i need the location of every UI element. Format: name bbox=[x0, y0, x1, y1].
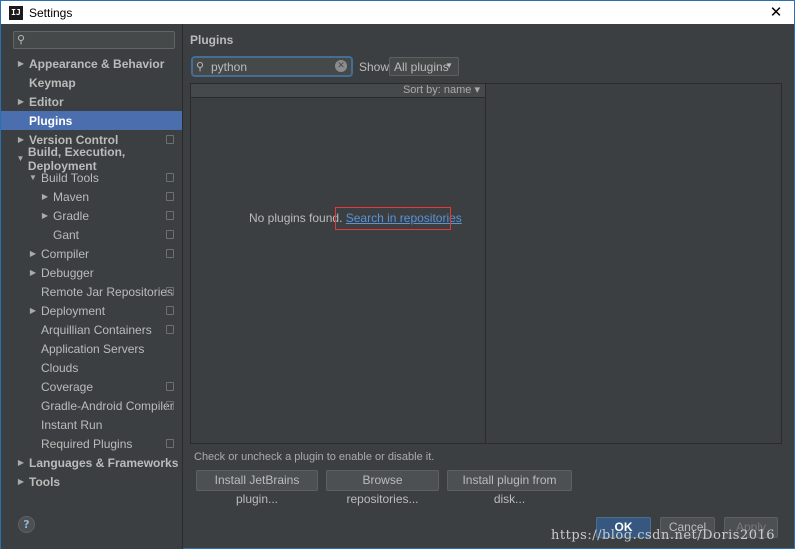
sidebar-item-build-tools[interactable]: ▼ Build Tools bbox=[1, 168, 182, 187]
plugin-search-box[interactable]: ⚲ ✕ bbox=[191, 56, 353, 77]
sidebar-item-plugins[interactable]: Plugins bbox=[1, 111, 182, 130]
sidebar-item-debugger[interactable]: ▶ Debugger bbox=[1, 263, 182, 282]
watermark: https://blog.csdn.net/Doris2016 bbox=[551, 528, 776, 543]
chevron-right-icon[interactable]: ▶ bbox=[27, 306, 39, 315]
chevron-right-icon[interactable]: ▶ bbox=[15, 97, 27, 106]
search-icon: ⚲ bbox=[196, 60, 205, 73]
sidebar-item-required-plugins[interactable]: Required Plugins bbox=[1, 434, 182, 453]
plugins-pane: Plugins ⚲ ✕ Show: All plugins ▼ Sort by:… bbox=[184, 24, 795, 549]
intellij-icon: IJ bbox=[9, 5, 23, 20]
sidebar-item-keymap[interactable]: Keymap bbox=[1, 73, 182, 92]
sidebar-item-editor[interactable]: ▶ Editor bbox=[1, 92, 182, 111]
project-level-icon bbox=[166, 382, 174, 391]
settings-tree: ▶ Appearance & Behavior Keymap ▶ Editor Plugi… bbox=[1, 54, 182, 491]
sidebar-item-label: Editor bbox=[29, 94, 64, 109]
close-button[interactable]: ✕ bbox=[768, 4, 784, 20]
chevron-right-icon[interactable]: ▶ bbox=[39, 192, 51, 201]
sidebar-item-gradle-android-compiler[interactable]: Gradle-Android Compiler bbox=[1, 396, 182, 415]
sidebar-item-label: Debugger bbox=[41, 265, 94, 280]
project-level-icon bbox=[166, 401, 174, 410]
project-level-icon bbox=[166, 135, 174, 144]
sidebar-item-tools[interactable]: ▶ Tools bbox=[1, 472, 182, 491]
sidebar-item-label: Build Tools bbox=[41, 170, 99, 185]
sidebar-item-maven[interactable]: ▶ Maven bbox=[1, 187, 182, 206]
sidebar-item-languages-frameworks[interactable]: ▶ Languages & Frameworks bbox=[1, 453, 182, 472]
install-jetbrains-plugin-button[interactable]: Install JetBrains plugin... bbox=[196, 470, 318, 506]
help-button[interactable]: ? bbox=[18, 516, 35, 533]
project-level-icon bbox=[166, 211, 174, 220]
sidebar-item-label: Compiler bbox=[41, 246, 90, 261]
sidebar-item-compiler[interactable]: ▶ Compiler bbox=[1, 244, 182, 263]
sidebar-item-label: Appearance & Behavior bbox=[29, 56, 165, 71]
plugin-detail-panel bbox=[486, 83, 782, 444]
sidebar-item-label: Coverage bbox=[41, 379, 94, 394]
sidebar-item-label: Maven bbox=[53, 189, 90, 204]
install-from-disk-button[interactable]: Install plugin from disk... bbox=[447, 470, 572, 506]
project-level-icon bbox=[166, 192, 174, 201]
sidebar-item-clouds[interactable]: Clouds bbox=[1, 358, 182, 377]
empty-text: No plugins found. bbox=[249, 211, 343, 225]
settings-search-input[interactable]: ⚲ bbox=[13, 31, 175, 49]
search-icon: ⚲ bbox=[17, 33, 26, 46]
page-title: Plugins bbox=[190, 33, 234, 47]
chevron-right-icon[interactable]: ▶ bbox=[15, 59, 27, 68]
chevron-right-icon[interactable]: ▶ bbox=[27, 249, 39, 258]
sidebar-item-label: Clouds bbox=[41, 360, 79, 375]
show-filter-value: All plugins bbox=[394, 60, 449, 74]
sidebar-item-label: Deployment bbox=[41, 303, 106, 318]
sidebar-item-label: Plugins bbox=[29, 113, 73, 128]
chevron-right-icon[interactable]: ▶ bbox=[27, 268, 39, 277]
sidebar-item-label: Tools bbox=[29, 474, 61, 489]
project-level-icon bbox=[166, 173, 174, 182]
highlight-annotation bbox=[335, 207, 451, 230]
plugin-list: Sort by: name ▾ No plugins found. Search… bbox=[190, 83, 486, 444]
project-level-icon bbox=[166, 287, 174, 296]
clear-search-icon[interactable]: ✕ bbox=[335, 60, 347, 72]
settings-sidebar: ⚲ ▶ Appearance & Behavior Keymap ▶ Editor Plu… bbox=[1, 24, 183, 549]
sidebar-item-build-execution-deployment[interactable]: ▼ Build, Execution, Deployment bbox=[1, 145, 182, 173]
sidebar-item-label: Gradle-Android Compiler bbox=[41, 398, 174, 413]
sidebar-item-deployment[interactable]: ▶ Deployment bbox=[1, 301, 182, 320]
sidebar-item-coverage[interactable]: Coverage bbox=[1, 377, 182, 396]
title-bar: IJ Settings ✕ bbox=[1, 1, 794, 24]
sidebar-item-label: Gradle bbox=[53, 208, 90, 223]
plugin-search-input[interactable] bbox=[211, 59, 331, 74]
sort-by-dropdown[interactable]: Sort by: name ▾ bbox=[191, 84, 485, 98]
browse-repositories-button[interactable]: Browse repositories... bbox=[326, 470, 439, 506]
sidebar-item-label: Required Plugins bbox=[41, 436, 133, 451]
project-level-icon bbox=[166, 325, 174, 334]
chevron-down-icon[interactable]: ▼ bbox=[15, 154, 26, 163]
chevron-down-icon: ▼ bbox=[445, 61, 453, 70]
sidebar-item-label: Keymap bbox=[29, 75, 76, 90]
sidebar-item-label: Languages & Frameworks bbox=[29, 455, 179, 470]
show-filter-dropdown[interactable]: All plugins ▼ bbox=[389, 57, 459, 76]
show-label: Show: bbox=[359, 60, 393, 74]
sidebar-item-label: Gant bbox=[53, 227, 80, 242]
sidebar-item-label: Application Servers bbox=[41, 341, 145, 356]
chevron-right-icon[interactable]: ▶ bbox=[15, 458, 27, 467]
project-level-icon bbox=[166, 306, 174, 315]
chevron-down-icon[interactable]: ▼ bbox=[27, 173, 39, 182]
sidebar-item-label: Remote Jar Repositories bbox=[41, 284, 174, 299]
sidebar-item-remote-jar-repositories[interactable]: Remote Jar Repositories bbox=[1, 282, 182, 301]
chevron-right-icon[interactable]: ▶ bbox=[39, 211, 51, 220]
project-level-icon bbox=[166, 439, 174, 448]
sidebar-item-label: Arquillian Containers bbox=[41, 322, 152, 337]
chevron-right-icon[interactable]: ▶ bbox=[15, 135, 27, 144]
sidebar-item-gradle[interactable]: ▶ Gradle bbox=[1, 206, 182, 225]
sidebar-item-gant[interactable]: Gant bbox=[1, 225, 182, 244]
sidebar-item-label: Instant Run bbox=[41, 417, 103, 432]
project-level-icon bbox=[166, 249, 174, 258]
hint-text: Check or uncheck a plugin to enable or d… bbox=[194, 451, 435, 463]
project-level-icon bbox=[166, 230, 174, 239]
sidebar-item-arquillian-containers[interactable]: Arquillian Containers bbox=[1, 320, 182, 339]
settings-window: IJ Settings ✕ ⚲ ▶ Appearance & Behavior Ke… bbox=[0, 0, 795, 549]
window-title: Settings bbox=[29, 5, 73, 20]
chevron-right-icon[interactable]: ▶ bbox=[15, 477, 27, 486]
sidebar-item-application-servers[interactable]: Application Servers bbox=[1, 339, 182, 358]
sidebar-item-instant-run[interactable]: Instant Run bbox=[1, 415, 182, 434]
sidebar-item-appearance-behavior[interactable]: ▶ Appearance & Behavior bbox=[1, 54, 182, 73]
